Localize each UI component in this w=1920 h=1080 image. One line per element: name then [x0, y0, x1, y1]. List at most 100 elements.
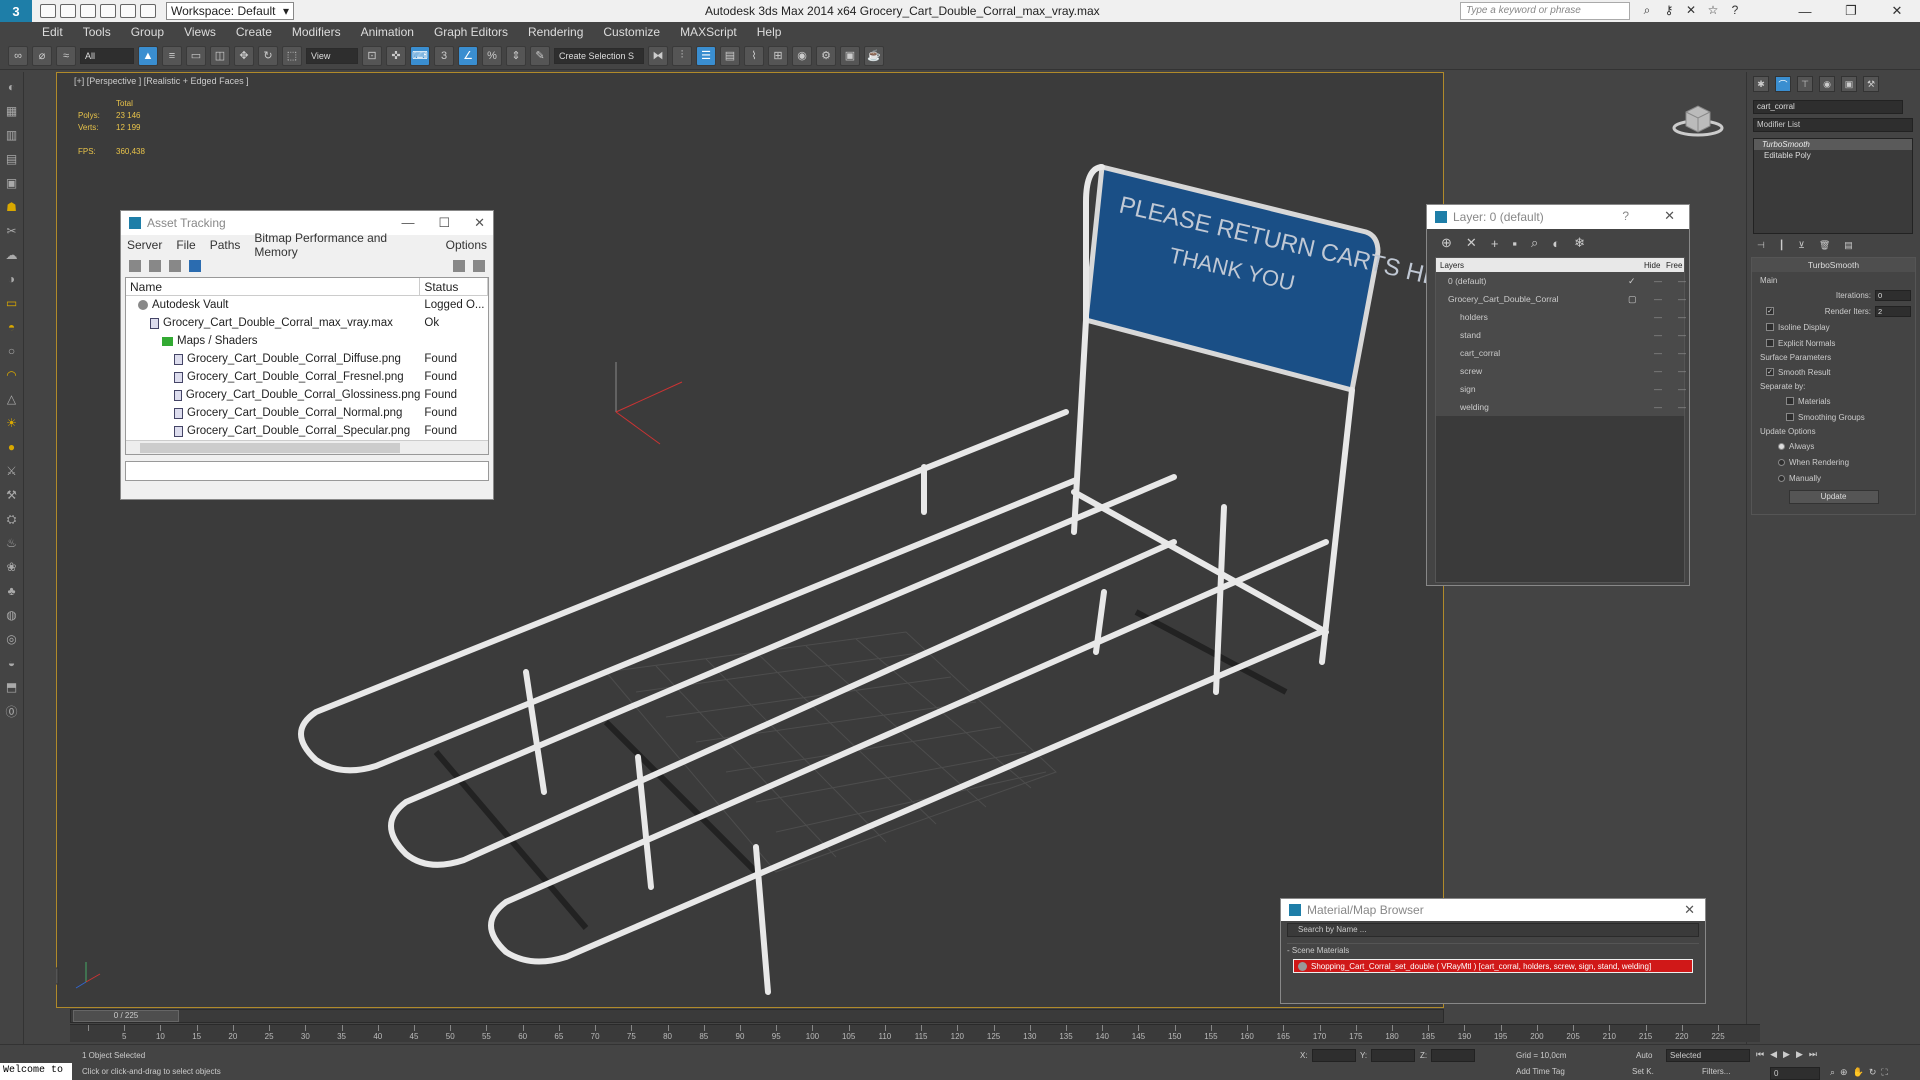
- auto-key-button[interactable]: Auto: [1636, 1051, 1652, 1060]
- materials-checkbox[interactable]: [1786, 397, 1794, 405]
- strip-tool-icon-14[interactable]: △: [4, 390, 20, 408]
- hide-all-icon[interactable]: ◐: [1552, 236, 1560, 251]
- layer-freeze-toggle[interactable]: —: [1678, 385, 1686, 394]
- strip-tool-icon-24[interactable]: ◎: [4, 630, 20, 648]
- menu-customize[interactable]: Customize: [603, 25, 660, 39]
- highlight-layer-icon[interactable]: ⌕: [1531, 235, 1538, 251]
- asset-row[interactable]: Grocery_Cart_Double_Corral_Glossiness.pn…: [126, 386, 488, 404]
- strip-tool-icon-22[interactable]: ♣: [4, 582, 20, 600]
- hierarchy-tab-icon[interactable]: ⊤: [1797, 76, 1813, 92]
- create-tab-icon[interactable]: ✱: [1753, 76, 1769, 92]
- angle-snap-icon[interactable]: ∠: [458, 45, 478, 66]
- snaps-toggle-icon[interactable]: 3: [434, 45, 454, 66]
- key-filter-dropdown[interactable]: Selected: [1666, 1049, 1750, 1062]
- strip-tool-icon-12[interactable]: ○: [4, 342, 20, 360]
- create-layer-icon[interactable]: ⊕: [1441, 235, 1452, 251]
- display-tab-icon[interactable]: ▣: [1841, 76, 1857, 92]
- schematic-view-icon[interactable]: ⊞: [768, 45, 788, 66]
- horizontal-scrollbar[interactable]: [126, 440, 488, 454]
- scale-icon[interactable]: ⬚: [282, 45, 302, 66]
- update-button[interactable]: Update: [1788, 490, 1879, 504]
- minimize-icon[interactable]: —: [1782, 0, 1828, 22]
- object-name-field[interactable]: cart_corral: [1753, 100, 1903, 114]
- y-field[interactable]: [1371, 1049, 1416, 1062]
- layer-row[interactable]: cart_corral — —: [1436, 344, 1686, 362]
- help-icon[interactable]: ?: [1622, 209, 1629, 223]
- zoom-icon[interactable]: ⌕: [1830, 1067, 1835, 1078]
- strip-tool-icon-1[interactable]: ◐: [4, 78, 20, 96]
- asset-menu-options[interactable]: Options: [446, 238, 487, 252]
- render-setup-icon[interactable]: ⚙: [816, 45, 836, 66]
- key-filters-button[interactable]: Filters...: [1702, 1067, 1730, 1076]
- layer-row[interactable]: welding — —: [1436, 398, 1686, 416]
- asset-menu-file[interactable]: File: [176, 238, 195, 252]
- render-iters-spinner[interactable]: 2: [1875, 305, 1911, 317]
- strip-tool-icon-8[interactable]: ☁: [4, 246, 20, 264]
- strip-tool-icon-17[interactable]: ⚔: [4, 462, 20, 480]
- layer-freeze-toggle[interactable]: —: [1678, 295, 1686, 304]
- close-icon[interactable]: ✕: [474, 215, 485, 231]
- select-object-icon[interactable]: ▲: [138, 45, 158, 66]
- render-production-icon[interactable]: ☕: [864, 45, 884, 66]
- layer-row[interactable]: screw — —: [1436, 362, 1686, 380]
- scrollbar-thumb[interactable]: [140, 443, 400, 453]
- layer-row[interactable]: 0 (default) ✓ — —: [1436, 272, 1686, 290]
- explicit-normals-checkbox[interactable]: [1766, 339, 1774, 347]
- iterations-spinner[interactable]: 0: [1875, 289, 1911, 301]
- edit-named-selection-icon[interactable]: ✎: [530, 45, 550, 66]
- stack-item-editable-poly[interactable]: Editable Poly: [1754, 150, 1912, 161]
- maximize-icon[interactable]: ❐: [1828, 0, 1874, 22]
- pivot-center-icon[interactable]: ⊡: [362, 45, 382, 66]
- help-icon[interactable]: ?: [1728, 3, 1742, 17]
- workspace-dropdown[interactable]: Workspace: Default ▾: [166, 2, 294, 20]
- smooth-result-checkbox[interactable]: ✓: [1766, 368, 1774, 376]
- link-icon[interactable]: ∞: [8, 45, 28, 66]
- current-frame-field[interactable]: 0: [1770, 1067, 1820, 1080]
- layer-hide-toggle[interactable]: —: [1654, 367, 1662, 376]
- configure-sets-icon[interactable]: ▤: [1844, 240, 1853, 251]
- layer-hide-toggle[interactable]: —: [1654, 295, 1662, 304]
- layer-hide-toggle[interactable]: —: [1654, 349, 1662, 358]
- strip-tool-icon-27[interactable]: ⓪: [4, 702, 20, 720]
- mirror-icon[interactable]: ⧓: [648, 45, 668, 66]
- asset-menu-server[interactable]: Server: [127, 238, 162, 252]
- material-list-item[interactable]: Shopping_Cart_Corral_set_double ( VRayMt…: [1293, 959, 1693, 973]
- layer-row[interactable]: stand — —: [1436, 326, 1686, 344]
- strip-tool-icon-10[interactable]: ▭: [4, 294, 20, 312]
- play-maxscript-icon[interactable]: [56, 967, 59, 985]
- open-file-icon[interactable]: [60, 4, 76, 18]
- layer-freeze-toggle[interactable]: —: [1678, 403, 1686, 412]
- asset-menu-paths[interactable]: Paths: [210, 238, 241, 252]
- strip-tool-icon-15[interactable]: ☀: [4, 414, 20, 432]
- asset-row[interactable]: Maps / Shaders: [126, 332, 488, 350]
- zoom-all-icon[interactable]: ⊕: [1840, 1067, 1848, 1078]
- asset-row[interactable]: Grocery_Cart_Double_Corral_max_vray.max O…: [126, 314, 488, 332]
- layer-hide-toggle[interactable]: —: [1654, 313, 1662, 322]
- show-end-result-icon[interactable]: ┃: [1779, 240, 1784, 251]
- percent-snap-icon[interactable]: %: [482, 45, 502, 66]
- layer-row[interactable]: holders — —: [1436, 308, 1686, 326]
- reference-coordinate-dropdown[interactable]: View: [306, 47, 358, 64]
- maximize-icon[interactable]: ☐: [438, 215, 450, 231]
- layer-row[interactable]: Grocery_Cart_Double_Corral ▢ — —: [1436, 290, 1686, 308]
- minimize-icon[interactable]: —: [401, 215, 414, 231]
- menu-rendering[interactable]: Rendering: [528, 25, 583, 39]
- time-slider[interactable]: 0 / 225: [70, 1009, 1444, 1023]
- menu-create[interactable]: Create: [236, 25, 272, 39]
- turbosmooth-rollout-title[interactable]: TurboSmooth: [1752, 258, 1915, 272]
- menu-views[interactable]: Views: [184, 25, 216, 39]
- named-selection-sets-dropdown[interactable]: Create Selection S: [554, 47, 644, 64]
- time-slider-knob[interactable]: 0 / 225: [73, 1010, 179, 1022]
- layer-manager-icon[interactable]: ☰: [696, 45, 716, 66]
- spinner-snap-icon[interactable]: ⇕: [506, 45, 526, 66]
- layer-dialog-titlebar[interactable]: Layer: 0 (default) ? ✕: [1427, 205, 1689, 229]
- layer-hide-toggle[interactable]: —: [1654, 331, 1662, 340]
- strip-tool-icon-4[interactable]: ▤: [4, 150, 20, 168]
- rotate-icon[interactable]: ↻: [258, 45, 278, 66]
- pan-icon[interactable]: ✋: [1853, 1067, 1864, 1078]
- strip-tool-icon-18[interactable]: ⚒: [4, 486, 20, 504]
- redo-icon[interactable]: [120, 4, 136, 18]
- delete-layer-icon[interactable]: ✕: [1466, 235, 1477, 251]
- menu-animation[interactable]: Animation: [361, 25, 414, 39]
- layer-freeze-toggle[interactable]: —: [1678, 331, 1686, 340]
